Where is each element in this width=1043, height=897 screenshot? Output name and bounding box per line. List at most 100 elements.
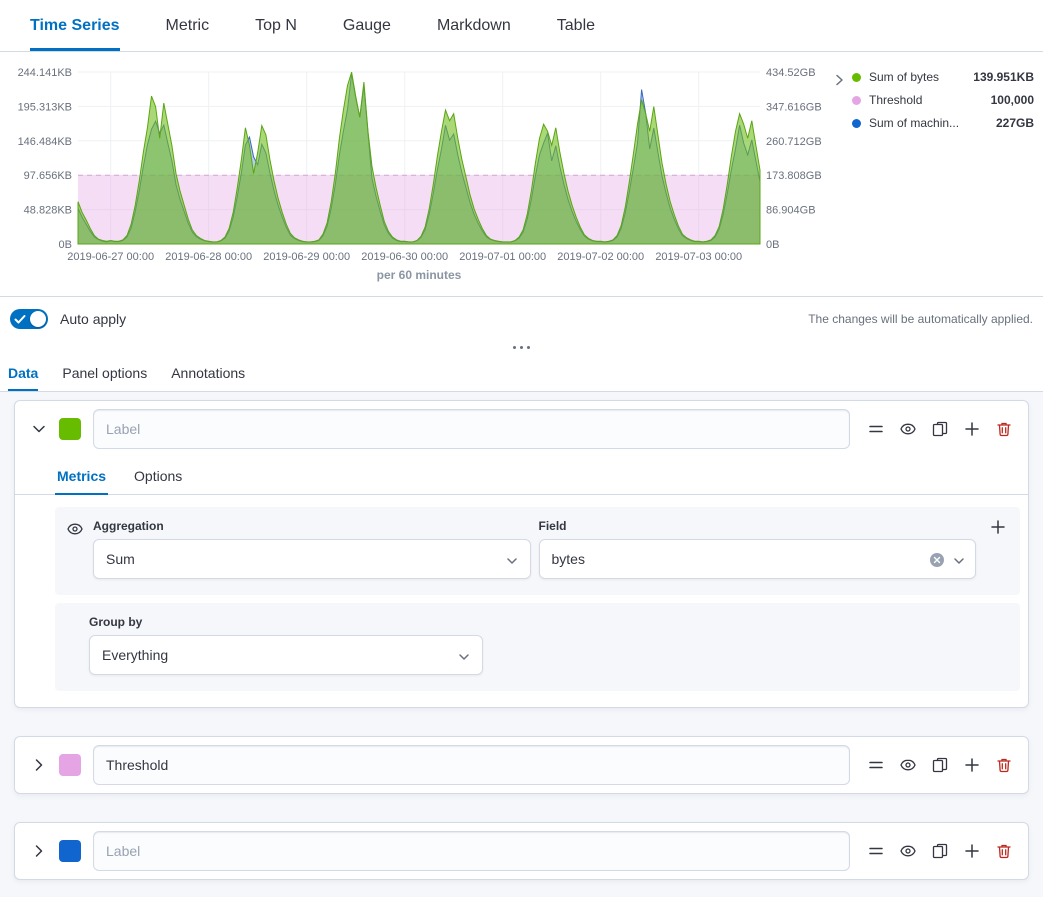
tab-top-n[interactable]: Top N [255, 0, 297, 51]
series-card-header [15, 823, 1028, 879]
svg-text:97.656KB: 97.656KB [24, 170, 72, 182]
series-card-header [15, 737, 1028, 793]
series-actions [868, 757, 1012, 773]
clear-icon[interactable] [929, 552, 945, 571]
tab-metrics[interactable]: Metrics [55, 457, 108, 495]
combo-controls [929, 552, 965, 571]
group-by-value: Everything [102, 647, 168, 663]
toggle-knob [30, 311, 46, 327]
series-color-swatch[interactable] [59, 754, 81, 776]
field-value: bytes [552, 551, 585, 567]
tab-table[interactable]: Table [557, 0, 595, 51]
svg-text:2019-07-02 00:00: 2019-07-02 00:00 [557, 251, 644, 263]
panel-resize-handle[interactable] [0, 340, 1043, 354]
aggregation-row: Aggregation Sum Field bytes [55, 507, 1020, 595]
legend-value: 100,000 [991, 93, 1034, 107]
legend-item[interactable]: Sum of machin... 227GB [852, 116, 1034, 130]
chevron-right-icon[interactable] [31, 757, 47, 773]
eye-icon[interactable] [900, 843, 916, 859]
group-by-label: Group by [89, 615, 142, 629]
auto-apply-hint: The changes will be automatically applie… [808, 312, 1033, 326]
series-actions [868, 843, 1012, 859]
series-card-3 [14, 822, 1029, 880]
add-series-icon[interactable] [964, 757, 980, 773]
resize-dot-icon [513, 346, 516, 349]
svg-text:244.141KB: 244.141KB [18, 67, 72, 79]
svg-text:347.616GB: 347.616GB [766, 101, 822, 113]
tab-data[interactable]: Data [8, 354, 38, 391]
svg-text:2019-07-01 00:00: 2019-07-01 00:00 [459, 251, 546, 263]
eye-icon[interactable] [67, 521, 83, 537]
svg-text:173.808GB: 173.808GB [766, 170, 822, 182]
legend-collapse-chevron-icon[interactable] [830, 72, 848, 90]
legend-dot-blue [852, 119, 861, 128]
tab-time-series[interactable]: Time Series [30, 0, 120, 51]
svg-text:2019-06-29 00:00: 2019-06-29 00:00 [263, 251, 350, 263]
legend-value: 139.951KB [973, 70, 1034, 84]
legend-dot-green [852, 73, 861, 82]
editor-tabs: Data Panel options Annotations [0, 354, 1043, 392]
chevron-down-icon [458, 650, 470, 666]
chevron-down-icon [953, 554, 965, 570]
drag-handle-icon[interactable] [868, 757, 884, 773]
svg-text:2019-06-30 00:00: 2019-06-30 00:00 [361, 251, 448, 263]
drag-handle-icon[interactable] [868, 421, 884, 437]
group-by-row: Group by Everything [55, 603, 1020, 691]
tab-panel-options[interactable]: Panel options [62, 354, 147, 391]
series-label-input[interactable] [93, 745, 850, 785]
series-card-2 [14, 736, 1029, 794]
drag-handle-icon[interactable] [868, 843, 884, 859]
metrics-body: Aggregation Sum Field bytes [15, 495, 1028, 707]
series-list: Metrics Options Aggregation Sum [0, 392, 1043, 897]
chart-preview: 0B0B48.828KB86.904GB97.656KB173.808GB146… [0, 52, 1043, 296]
series-color-swatch[interactable] [59, 840, 81, 862]
series-color-swatch[interactable] [59, 418, 81, 440]
add-series-icon[interactable] [964, 843, 980, 859]
svg-text:2019-07-03 00:00: 2019-07-03 00:00 [655, 251, 742, 263]
group-by-select[interactable]: Everything [89, 635, 483, 675]
tab-options[interactable]: Options [132, 457, 184, 495]
legend-label: Threshold [869, 93, 983, 107]
svg-text:48.828KB: 48.828KB [24, 205, 72, 217]
add-series-icon[interactable] [964, 421, 980, 437]
delete-series-icon[interactable] [996, 843, 1012, 859]
svg-text:260.712GB: 260.712GB [766, 136, 822, 148]
timeseries-chart[interactable]: 0B0B48.828KB86.904GB97.656KB173.808GB146… [0, 56, 840, 268]
chevron-right-icon[interactable] [31, 843, 47, 859]
interval-label: per 60 minutes [377, 268, 462, 282]
add-metric-icon[interactable] [990, 519, 1006, 535]
legend-dot-pink [852, 96, 861, 105]
svg-text:195.313KB: 195.313KB [18, 101, 72, 113]
clone-icon[interactable] [932, 843, 948, 859]
svg-text:2019-06-28 00:00: 2019-06-28 00:00 [165, 251, 252, 263]
legend-item[interactable]: Sum of bytes 139.951KB [852, 70, 1034, 84]
auto-apply-row: Auto apply The changes will be automatic… [0, 296, 1043, 340]
svg-text:0B: 0B [766, 239, 779, 251]
field-combobox[interactable]: bytes [539, 539, 977, 579]
tab-annotations[interactable]: Annotations [171, 354, 245, 391]
clone-icon[interactable] [932, 421, 948, 437]
field-field: Field bytes [539, 519, 977, 579]
eye-icon[interactable] [900, 421, 916, 437]
resize-dot-icon [527, 346, 530, 349]
clone-icon[interactable] [932, 757, 948, 773]
aggregation-select[interactable]: Sum [93, 539, 531, 579]
series-label-input[interactable] [93, 831, 850, 871]
series-label-input[interactable] [93, 409, 850, 449]
series-subtabs: Metrics Options [15, 457, 1028, 495]
delete-series-icon[interactable] [996, 421, 1012, 437]
chart-legend: Sum of bytes 139.951KB Threshold 100,000… [852, 70, 1034, 130]
eye-icon[interactable] [900, 757, 916, 773]
legend-item[interactable]: Threshold 100,000 [852, 93, 1034, 107]
svg-text:2019-06-27 00:00: 2019-06-27 00:00 [67, 251, 154, 263]
chevron-down-icon[interactable] [31, 421, 47, 437]
series-card-header [15, 401, 1028, 457]
tab-gauge[interactable]: Gauge [343, 0, 391, 51]
legend-value: 227GB [996, 116, 1034, 130]
auto-apply-toggle[interactable] [10, 309, 48, 329]
aggregation-grid: Aggregation Sum Field bytes [93, 519, 976, 579]
delete-series-icon[interactable] [996, 757, 1012, 773]
tab-metric[interactable]: Metric [166, 0, 210, 51]
resize-dot-icon [520, 346, 523, 349]
tab-markdown[interactable]: Markdown [437, 0, 511, 51]
